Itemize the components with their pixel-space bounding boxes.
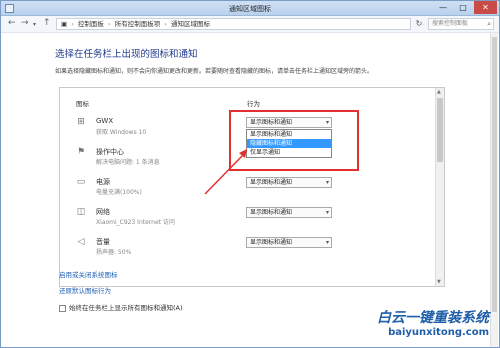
refresh-icon[interactable]: ↻ [413, 18, 425, 30]
flag-icon: ⚑ [76, 147, 86, 157]
watermark-text: 白云一键重装系统 [377, 310, 489, 326]
address-bar: ← → ▾ ↑ ▣ › 控制面板 › 所有控制面板项 › 通知区域图标 ↻ 搜索… [1, 16, 499, 33]
item-subtitle: 获取 Windows 10 [96, 129, 147, 136]
search-input[interactable]: 搜索控制面板 ⌕ [428, 18, 494, 30]
item-name: 音量 [96, 238, 110, 246]
scroll-up-icon[interactable]: ▲ [437, 89, 441, 95]
select-value: 显示图标和通知 [250, 239, 293, 246]
watermark-logo: 白云一键重装系统 baiyunxitong.com [339, 307, 489, 338]
watermark-url: baiyunxitong.com [388, 327, 489, 338]
chevron-down-icon: ▾ [325, 239, 329, 246]
scroll-down-icon[interactable]: ▼ [437, 279, 441, 285]
back-arrow-icon[interactable]: ← [8, 18, 16, 28]
maximize-button[interactable]: □ [453, 1, 473, 14]
search-placeholder: 搜索控制面板 [432, 20, 469, 27]
list-item: ◁ 音量 扬声器: 50% 显示图标和通知 ▾ [60, 234, 434, 266]
window-scrollbar[interactable] [490, 33, 498, 347]
up-arrow-icon[interactable]: ↑ [43, 18, 51, 28]
battery-icon: ▭ [76, 177, 86, 187]
breadcrumb[interactable]: ▣ › 控制面板 › 所有控制面板项 › 通知区域图标 [56, 18, 411, 30]
checkbox-label: 始终在任务栏上显示所有图标和通知(A) [69, 304, 183, 312]
item-subtitle: Xiaomi_C923 Internet 访问 [96, 219, 175, 226]
minimize-button[interactable]: — [433, 1, 453, 14]
window-scroll-thumb[interactable] [492, 37, 497, 312]
window-title: 通知区域图标 [229, 5, 271, 13]
title-bar: 通知区域图标 — □ ✕ [1, 1, 499, 16]
column-header-behavior: 行为 [247, 100, 260, 108]
chevron-down-icon: ▾ [325, 179, 329, 186]
control-panel-window: 通知区域图标 — □ ✕ ← → ▾ ↑ ▣ › 控制面板 › 所有控制面板项 … [0, 0, 500, 348]
breadcrumb-all-items[interactable]: 所有控制面板项 [115, 20, 161, 28]
page-title: 选择在任务栏上出现的图标和通知 [55, 49, 198, 60]
select-value: 显示图标和通知 [250, 209, 293, 216]
item-subtitle: 扬声器: 50% [96, 249, 132, 256]
breadcrumb-separator: › [71, 20, 74, 28]
item-name: GWX [96, 117, 114, 125]
always-show-checkbox-row[interactable]: 始终在任务栏上显示所有图标和通知(A) [59, 302, 183, 312]
item-name: 电源 [96, 178, 110, 186]
chevron-down-icon: ▾ [325, 209, 329, 216]
search-icon: ⌕ [487, 20, 491, 28]
forward-arrow-icon[interactable]: → [21, 18, 29, 28]
behavior-select[interactable]: 显示图标和通知 ▾ [246, 237, 332, 248]
page-description: 如果选择隐藏图标和通知，则不会向你通知更改和更新。若要随时查看隐藏的图标，请单击… [55, 68, 374, 75]
always-show-checkbox[interactable] [59, 304, 66, 312]
panel-scrollbar[interactable]: ▲ ▼ [435, 88, 444, 286]
control-panel-icon: ▣ [61, 20, 68, 28]
item-subtitle: 电量充满(100%) [96, 189, 142, 196]
behavior-select[interactable]: 显示图标和通知 ▾ [246, 207, 332, 218]
list-item: ◫ 网络 Xiaomi_C923 Internet 访问 显示图标和通知 ▾ [60, 204, 434, 236]
panel-scroll-thumb[interactable] [437, 98, 443, 162]
restore-defaults-link[interactable]: 还原默认图标行为 [59, 285, 111, 295]
item-name: 操作中心 [96, 148, 124, 156]
network-icon: ◫ [76, 207, 86, 217]
item-name: 网络 [96, 208, 110, 216]
breadcrumb-notification-icons[interactable]: 通知区域图标 [171, 20, 210, 28]
annotation-arrow [204, 149, 247, 195]
recent-dropdown-icon[interactable]: ▾ [33, 21, 36, 28]
speaker-icon: ◁ [77, 237, 85, 247]
item-subtitle: 解决电脑问题: 1 条消息 [96, 159, 160, 166]
system-icons-link[interactable]: 启用或关闭系统图标 [59, 269, 118, 279]
breadcrumb-control-panel[interactable]: 控制面板 [78, 20, 104, 28]
breadcrumb-separator: › [164, 20, 167, 28]
breadcrumb-separator: › [108, 20, 111, 28]
column-header-icon: 图标 [76, 100, 89, 108]
windows-icon: ⊞ [77, 117, 85, 127]
close-button[interactable]: ✕ [474, 1, 497, 14]
